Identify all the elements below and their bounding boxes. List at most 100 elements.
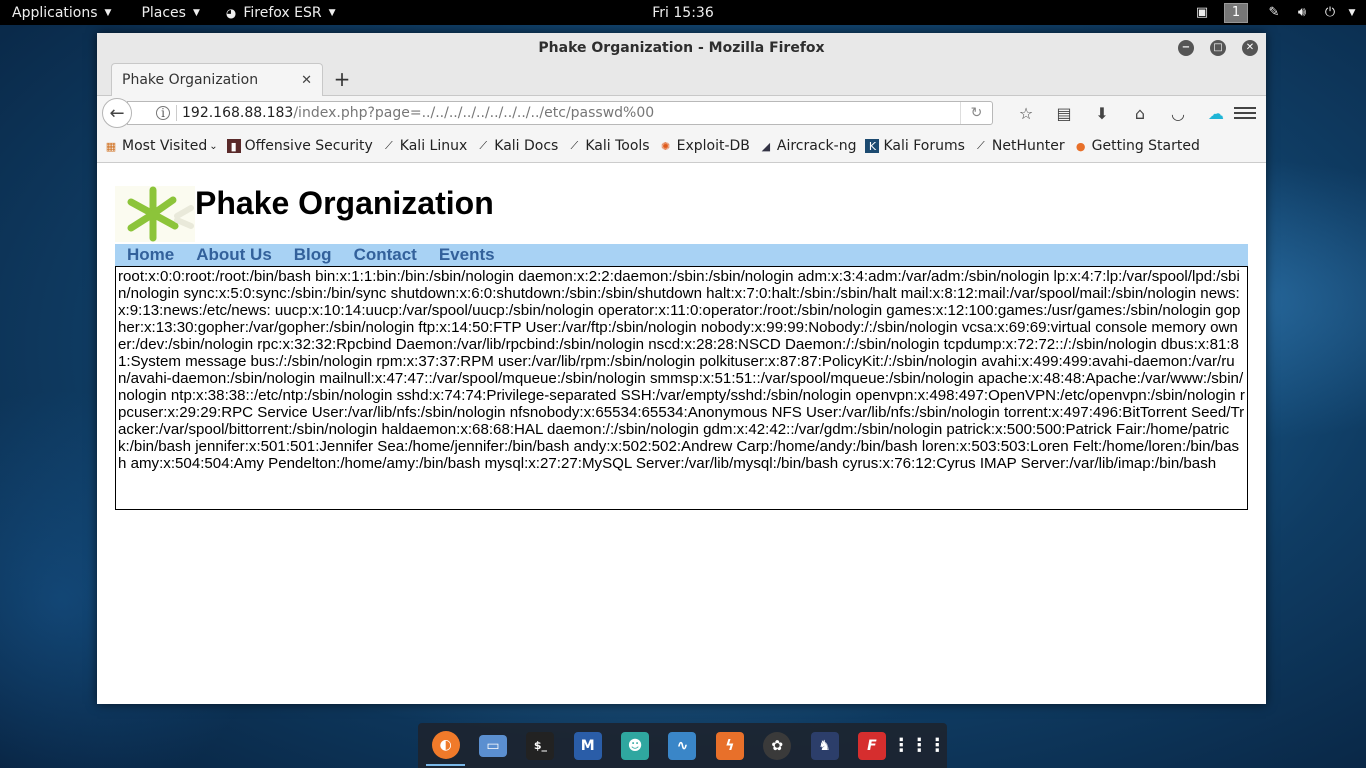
app-grid-icon: ⋮⋮⋮: [892, 735, 947, 756]
dock-armitage[interactable]: ☻: [615, 726, 654, 766]
burpsuite-icon: ϟ: [715, 731, 744, 760]
minimize-button[interactable]: −: [1178, 40, 1194, 56]
workspace-indicator[interactable]: 1: [1224, 2, 1248, 23]
window-titlebar[interactable]: Phake Organization - Mozilla Firefox − □…: [97, 33, 1266, 63]
site-logo: [115, 186, 195, 242]
places-label: Places: [141, 4, 186, 21]
chevron-down-icon: ⌄: [209, 140, 218, 152]
firefox-app-menu[interactable]: ◕ Firefox ESR ▼: [212, 0, 348, 25]
firefox-window: Phake Organization - Mozilla Firefox − □…: [97, 33, 1266, 704]
bookmark-exploit-db[interactable]: ✺ Exploit-DB: [659, 138, 750, 154]
caret-down-icon: ▼: [104, 7, 112, 18]
home-icon[interactable]: ⌂: [1121, 96, 1159, 130]
caret-down-icon: ▼: [192, 7, 200, 18]
volume-icon[interactable]: 🔊︎: [1288, 0, 1316, 25]
bookmarks-toolbar: ▦ Most Visited ⌄ ▮ Offensive Security ⟋ …: [97, 130, 1266, 163]
dock-faraday[interactable]: F: [852, 726, 891, 766]
metasploit-icon: M: [573, 731, 602, 760]
site-info-icon[interactable]: i: [156, 106, 170, 120]
firefox-icon: ◐: [431, 730, 460, 759]
pocket-icon[interactable]: ◡: [1159, 96, 1197, 130]
reload-icon[interactable]: ↻: [960, 102, 992, 124]
bookmark-offensive-security[interactable]: ▮ Offensive Security: [226, 138, 373, 154]
url-path: /index.php?page=../../../../../../../../…: [293, 105, 655, 121]
bookmark-getting-started[interactable]: ● Getting Started: [1074, 138, 1200, 154]
terminal-icon: $_: [526, 731, 555, 760]
tab-close-icon[interactable]: ✕: [301, 73, 312, 88]
sync-cloud-icon[interactable]: ☁: [1197, 96, 1235, 130]
dock-files[interactable]: ▭: [473, 726, 512, 766]
included-file-content: root:x:0:0:root:/root:/bin/bash bin:x:1:…: [115, 266, 1248, 510]
bookmark-kali-docs[interactable]: ⟋ Kali Docs: [476, 138, 558, 154]
window-title: Phake Organization - Mozilla Firefox: [538, 40, 825, 56]
bookmark-kali-linux[interactable]: ⟋ Kali Linux: [382, 138, 467, 154]
bookmark-kali-forums[interactable]: K Kali Forums: [865, 138, 965, 154]
bookmark-kali-tools[interactable]: ⟋ Kali Tools: [567, 138, 650, 154]
page-content: Phake Organization Home About Us Blog Co…: [97, 167, 1266, 704]
site-title: Phake Organization: [195, 185, 494, 221]
nav-events-link[interactable]: Events: [439, 245, 495, 265]
url-bar[interactable]: i 192.168.88.183/index.php?page=../../..…: [127, 101, 993, 125]
chevron-down-icon[interactable]: ▼: [1344, 0, 1360, 25]
close-window-button[interactable]: ✕: [1242, 40, 1258, 56]
nav-contact-link[interactable]: Contact: [354, 245, 417, 265]
bookmark-label: Aircrack-ng: [776, 138, 857, 154]
bookmark-nethunter[interactable]: ⟋ NetHunter: [974, 138, 1065, 154]
kali-dragon-icon: ⟋: [570, 139, 579, 152]
applications-label: Applications: [12, 4, 98, 21]
bookmark-label: Getting Started: [1091, 138, 1200, 154]
dock-beef[interactable]: ♞: [805, 726, 844, 766]
applications-menu[interactable]: Applications ▼: [0, 0, 123, 25]
dock-burpsuite[interactable]: ϟ: [710, 726, 749, 766]
nav-blog-link[interactable]: Blog: [294, 245, 332, 265]
caret-down-icon: ▼: [328, 7, 336, 18]
bookmark-label: Exploit-DB: [676, 138, 750, 154]
tab-bar: Phake Organization ✕ +: [97, 63, 1266, 96]
wireshark-icon: ∿: [668, 731, 697, 760]
firefox-icon: ●: [1075, 139, 1086, 153]
camera-icon[interactable]: ▣: [1188, 0, 1216, 25]
kali-dragon-icon: ⟋: [977, 139, 985, 152]
bookmark-star-icon[interactable]: ☆: [1007, 96, 1045, 130]
hamburger-menu-icon[interactable]: [1234, 102, 1256, 124]
tab-phake-organization[interactable]: Phake Organization ✕: [111, 63, 323, 96]
dock-maltego[interactable]: ✿: [758, 726, 797, 766]
firefox-small-icon: ◕: [225, 5, 237, 20]
kali-dragon-icon: ⟋: [479, 139, 488, 152]
maximize-button[interactable]: □: [1210, 40, 1226, 56]
power-icon[interactable]: ⏻: [1316, 0, 1344, 25]
nav-home-link[interactable]: Home: [127, 245, 174, 265]
dock-wireshark[interactable]: ∿: [663, 726, 702, 766]
tab-title: Phake Organization: [122, 72, 259, 88]
aircrack-icon: ◢: [761, 139, 771, 153]
back-button[interactable]: ←: [102, 98, 132, 128]
dock-show-apps[interactable]: ⋮⋮⋮: [892, 726, 947, 766]
bookmark-label: Kali Docs: [494, 138, 559, 154]
new-tab-button[interactable]: +: [331, 67, 353, 91]
dock-firefox[interactable]: ◐: [426, 726, 466, 766]
downloads-icon[interactable]: ⬇: [1083, 96, 1121, 130]
nav-toolbar: i 192.168.88.183/index.php?page=../../..…: [97, 96, 1266, 130]
firefox-app-label: Firefox ESR: [243, 4, 322, 21]
url-separator: [176, 105, 177, 121]
bookmarks-list-icon[interactable]: ▤: [1045, 96, 1083, 130]
offsec-icon: ▮: [226, 139, 241, 153]
bookmark-most-visited[interactable]: ▦ Most Visited ⌄: [104, 138, 218, 154]
clock[interactable]: Fri 15:36: [652, 0, 713, 25]
dock: ◐ ▭ $_ M ☻ ∿ ϟ ✿ ♞ F ⋮⋮⋮: [418, 723, 947, 768]
files-icon: ▭: [479, 734, 508, 757]
beef-icon: ♞: [810, 731, 839, 760]
top-panel: Applications ▼ Places ▼ ◕ Firefox ESR ▼ …: [0, 0, 1366, 25]
dock-terminal[interactable]: $_: [521, 726, 560, 766]
places-menu[interactable]: Places ▼: [123, 0, 211, 25]
pen-icon[interactable]: ✎: [1260, 0, 1288, 25]
dock-metasploit[interactable]: M: [568, 726, 607, 766]
bookmark-label: Kali Forums: [883, 138, 965, 154]
site-nav: Home About Us Blog Contact Events: [115, 244, 1248, 266]
bookmark-label: NetHunter: [991, 138, 1065, 154]
bookmark-aircrack-ng[interactable]: ◢ Aircrack-ng: [759, 138, 857, 154]
nav-about-us-link[interactable]: About Us: [196, 245, 272, 265]
exploitdb-icon: ✺: [660, 139, 671, 153]
kali-forums-icon: K: [865, 139, 880, 153]
armitage-icon: ☻: [621, 731, 650, 760]
